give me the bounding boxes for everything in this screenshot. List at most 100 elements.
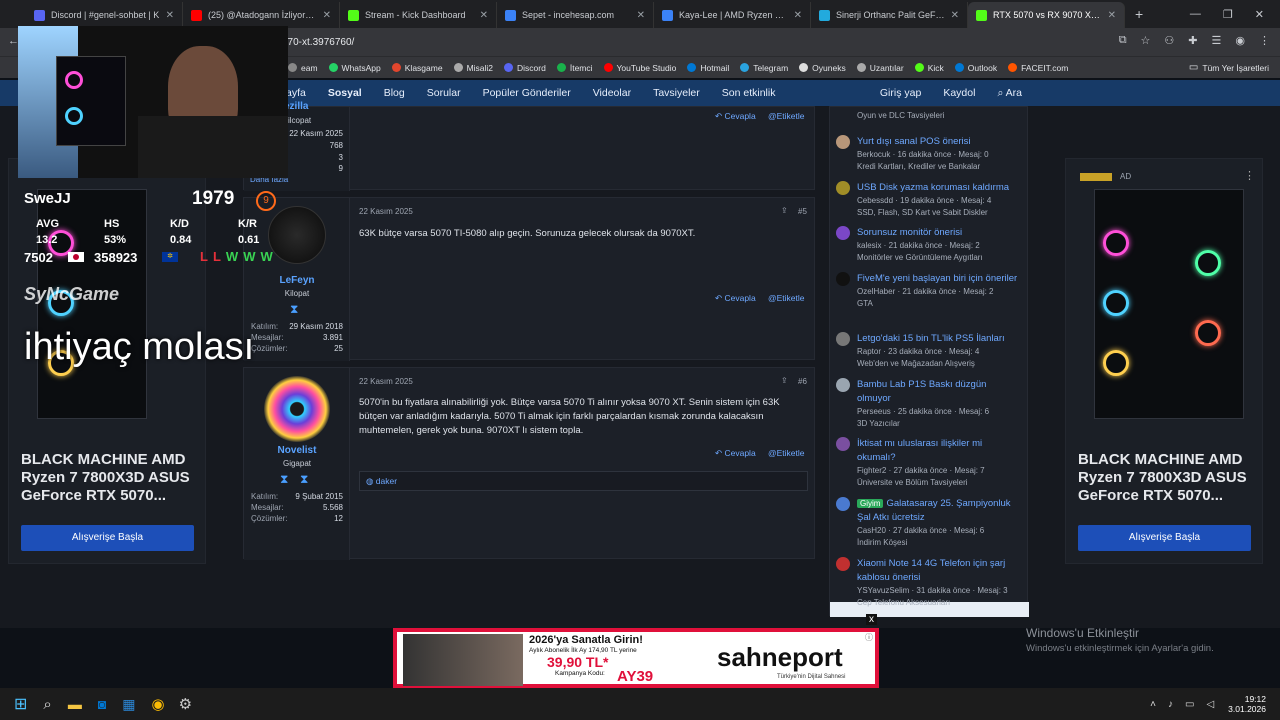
thread-category[interactable]: İndirim Köşesi: [857, 537, 1022, 549]
chrome-icon[interactable]: ◉: [152, 695, 165, 713]
post-2-date[interactable]: 22 Kasım 2025: [359, 207, 413, 216]
minimize-icon[interactable]: —: [1190, 8, 1201, 20]
sidebar-thread[interactable]: USB Disk yazma koruması kaldırma Cebessdd…: [836, 181, 1022, 219]
network-icon[interactable]: ▭: [1185, 699, 1194, 710]
thread-avatar[interactable]: [836, 332, 850, 346]
browser-tab[interactable]: Stream - Kick Dashboard ✕: [340, 2, 497, 28]
thread-category[interactable]: Monitörler ve Görüntüleme Aygıtları: [857, 252, 1022, 264]
thread-category[interactable]: SSD, Flash, SD Kart ve Sabit Diskler: [857, 207, 1022, 219]
thread-category[interactable]: Web'den ve Mağazadan Alışveriş: [857, 358, 1022, 370]
bookmark-item[interactable]: Telegram: [740, 63, 788, 73]
thread-title[interactable]: Sorunsuz monitör önerisi: [857, 226, 1022, 240]
close-window-icon[interactable]: ✕: [1255, 8, 1264, 21]
thread-title[interactable]: Bambu Lab P1S Baskı düzgün olmuyor: [857, 378, 1022, 406]
thread-title[interactable]: Xiaomi Note 14 4G Telefon için şarj kabl…: [857, 557, 1022, 585]
thread-title[interactable]: İktisat mı uluslarası ilişkiler mi okuma…: [857, 437, 1022, 465]
puzzle-icon[interactable]: ✚: [1188, 34, 1197, 47]
new-tab-button[interactable]: +: [1125, 6, 1153, 22]
post-2-username[interactable]: LeFeyn: [244, 275, 350, 286]
nav-item[interactable]: ayfa: [286, 87, 306, 99]
bookmark-item[interactable]: Discord: [504, 63, 546, 73]
left-ad-title[interactable]: BLACK MACHINE AMD Ryzen 7 7800X3D ASUS G…: [21, 451, 199, 505]
share-icon[interactable]: ⇪: [781, 376, 788, 385]
extension-icon[interactable]: ⚇: [1164, 34, 1174, 47]
nav-item[interactable]: Sorular: [427, 87, 461, 99]
right-ad-button[interactable]: Alışverişe Başla: [1078, 525, 1251, 551]
bookmark-item[interactable]: Misali2: [453, 63, 493, 73]
sidebar-thread[interactable]: İktisat mı uluslarası ilişkiler mi okuma…: [836, 437, 1022, 489]
bookmark-item[interactable]: YouTube Studio: [603, 63, 676, 73]
thread-avatar[interactable]: [836, 557, 850, 571]
bookmark-item[interactable]: Kick: [914, 63, 944, 73]
bookmark-item[interactable]: Oyuneks: [799, 63, 846, 73]
tab-close-icon[interactable]: ✕: [794, 10, 802, 21]
thread-avatar[interactable]: [836, 272, 850, 286]
sidebar-thread[interactable]: FiveM'e yeni başlayan biri için öneriler…: [836, 272, 1022, 310]
sidebar-thread[interactable]: Bambu Lab P1S Baskı düzgün olmuyor Persee…: [836, 378, 1022, 430]
thread-avatar[interactable]: [836, 497, 850, 511]
post-2-reply[interactable]: ↶ Cevapla: [715, 293, 756, 304]
browser-tab[interactable]: RTX 5070 vs RX 9070 XT | Tech ✕: [968, 2, 1125, 28]
thread-title[interactable]: FiveM'e yeni başlayan biri için öneriler: [857, 272, 1022, 286]
file-explorer-icon[interactable]: ▬: [68, 696, 82, 712]
thread-category[interactable]: Üniversite ve Bölüm Tavsiyeleri: [857, 477, 1022, 489]
thread-title[interactable]: Letgo'daki 15 bin TL'lik PS5 İlanları: [857, 332, 1022, 346]
post-3-date[interactable]: 22 Kasım 2025: [359, 377, 413, 386]
sahneport-banner-ad[interactable]: 2026'ya Sanatla Girin! Aylık Abonelik İl…: [393, 628, 879, 688]
url-field[interactable]: 070-xt.3976760/: [282, 37, 354, 48]
search-link[interactable]: ⌕ Ara: [997, 87, 1022, 100]
browser-tab[interactable]: Sinerji Orthanc Palit GeForce R ✕: [811, 2, 968, 28]
tab-close-icon[interactable]: ✕: [166, 10, 174, 21]
thread-avatar[interactable]: [836, 135, 850, 149]
bookmark-item[interactable]: FACEIT.com: [1008, 63, 1068, 73]
thread-title[interactable]: Yurt dışı sanal POS önerisi: [857, 135, 1022, 149]
nav-item[interactable]: Son etkinlik: [722, 87, 776, 99]
reaction-bar[interactable]: ◍ daker: [359, 471, 808, 491]
sidebar-thread[interactable]: Yurt dışı sanal POS önerisi Berkocuk · 16…: [836, 135, 1022, 173]
profile-icon[interactable]: ◉: [1235, 34, 1245, 47]
nav-item[interactable]: Tavsiyeler: [653, 87, 700, 99]
thread-category[interactable]: Kredi Kartları, Krediler ve Bankalar: [857, 161, 1022, 173]
tray-chevron-icon[interactable]: ˄: [1150, 699, 1156, 710]
browser-tab[interactable]: (25) @Atadogann İzliyor Kick & ✕: [183, 2, 340, 28]
right-ad-title[interactable]: BLACK MACHINE AMD Ryzen 7 7800X3D ASUS G…: [1078, 451, 1256, 505]
menu-icon[interactable]: ⋮: [1259, 34, 1270, 47]
tab-close-icon[interactable]: ✕: [480, 10, 488, 21]
sidebar-thread[interactable]: Xiaomi Note 14 4G Telefon için şarj kabl…: [836, 557, 1022, 609]
bookmark-item[interactable]: Hotmail: [687, 63, 729, 73]
nav-item[interactable]: Sosyal: [328, 87, 362, 99]
tab-close-icon[interactable]: ✕: [323, 10, 331, 21]
thread-title[interactable]: Giyim Galatasaray 25. Şampiyonluk Şal Atk…: [857, 497, 1022, 525]
post-3-avatar[interactable]: [264, 376, 330, 442]
bookmark-item[interactable]: Klasgame: [391, 63, 443, 73]
sidebar-thread[interactable]: Letgo'daki 15 bin TL'lik PS5 İlanları Rap…: [836, 332, 1022, 370]
post-2-tag[interactable]: @Etiketle: [768, 293, 805, 303]
tab-close-icon[interactable]: ✕: [951, 10, 959, 21]
all-bookmarks[interactable]: ▭ Tüm Yer İşaretleri: [1189, 62, 1269, 73]
mic-icon[interactable]: ♪: [1168, 699, 1173, 710]
thread-category[interactable]: GTA: [857, 298, 1022, 310]
post-3-username[interactable]: Novelist: [244, 445, 350, 456]
maximize-icon[interactable]: ❐: [1223, 8, 1233, 21]
browser-tab[interactable]: Discord | #genel-sohbet | K ✕: [26, 2, 183, 28]
bookmark-item[interactable]: Uzantılar: [856, 63, 904, 73]
tab-close-icon[interactable]: ✕: [1108, 10, 1116, 21]
bookmark-item[interactable]: eam: [288, 63, 318, 73]
nav-item[interactable]: Videolar: [593, 87, 631, 99]
sidebar-close-icon[interactable]: x: [866, 614, 877, 625]
banner-info-icon[interactable]: ⓘ: [865, 632, 873, 643]
post-1-reply[interactable]: ↶ Cevapla: [715, 111, 756, 122]
store-icon[interactable]: ▦: [122, 696, 135, 713]
ad-menu-icon[interactable]: ⋮: [1244, 169, 1255, 182]
right-ad-card[interactable]: AD ⋮ BLACK MACHINE AMD Ryzen 7 7800X3D A…: [1065, 158, 1263, 564]
browser-tab[interactable]: Kaya-Lee | AMD Ryzen 5 7500 ✕: [654, 2, 811, 28]
thread-category[interactable]: 3D Yazıcılar: [857, 418, 1022, 430]
post-3-number[interactable]: #6: [798, 377, 807, 386]
bookmark-item[interactable]: İtemci: [556, 63, 593, 73]
bookmark-item[interactable]: WhatsApp: [328, 63, 381, 73]
sidebar-thread[interactable]: Sorunsuz monitör önerisi kalesix · 21 dak…: [836, 226, 1022, 264]
reading-list-icon[interactable]: ☰: [1212, 34, 1222, 47]
thread-title[interactable]: USB Disk yazma koruması kaldırma: [857, 181, 1022, 195]
thread-avatar[interactable]: [836, 378, 850, 392]
tab-close-icon[interactable]: ✕: [637, 10, 645, 21]
